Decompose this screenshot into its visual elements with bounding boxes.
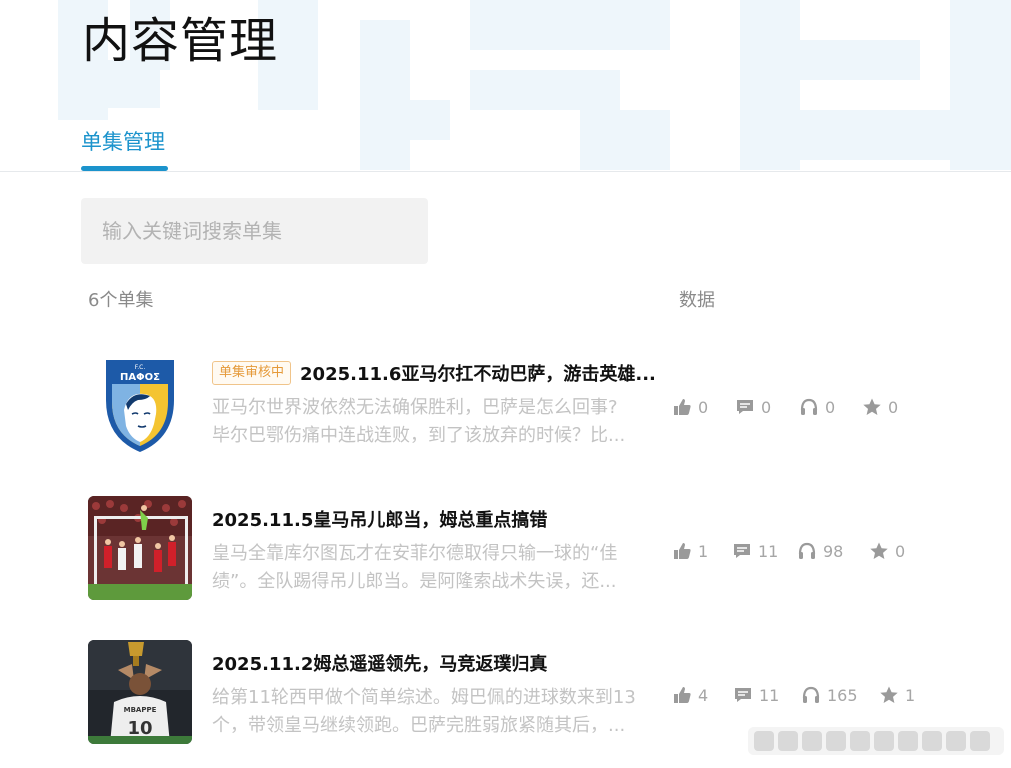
episode-description: 亚马尔世界波依然无法确保胜利，巴萨是怎么回事? 毕尔巴鄂伤痛中连战连败，到了该放… xyxy=(212,394,644,450)
pafos-club-crest-thumbnail[interactable]: F.C. ΠΑΦΟΣ xyxy=(88,354,192,458)
listen-stat: 98 xyxy=(797,540,843,562)
like-stat: 1 xyxy=(672,540,708,562)
svg-text:MBAPPE: MBAPPE xyxy=(124,706,157,714)
star-icon xyxy=(880,686,898,703)
episode-description: 皇马全靠库尔图瓦才在安菲尔德取得只输一球的“佳 绩”。全队踢得吊儿郎当。是阿隆索… xyxy=(212,540,644,596)
headphones-icon xyxy=(800,398,818,415)
episode-row[interactable]: F.C. ΠΑΦΟΣ 单集审核中 2025.11.6亚马尔扛不动巴萨，游击英雄.… xyxy=(0,350,1011,460)
page-title: 内容管理 xyxy=(82,13,279,69)
like-stat: 4 xyxy=(672,684,708,706)
comment-icon xyxy=(737,400,753,414)
tab-episode-management[interactable]: 单集管理 xyxy=(81,128,165,156)
listen-stat: 0 xyxy=(799,396,835,418)
headphones-icon xyxy=(798,542,816,559)
comment-icon xyxy=(735,688,751,702)
episode-title[interactable]: 2025.11.5皇马吊儿郎当，姆总重点搞错 xyxy=(212,506,547,532)
star-count: 0 xyxy=(888,397,899,417)
comment-count: 11 xyxy=(758,541,779,561)
data-column-header: 数据 xyxy=(679,290,715,311)
like-stat: 0 xyxy=(672,396,708,418)
star-icon xyxy=(863,398,881,415)
star-stat: 0 xyxy=(869,540,905,562)
like-count: 1 xyxy=(698,541,709,561)
description-line: 皇马全靠库尔图瓦才在安菲尔德取得只输一球的“佳 xyxy=(212,543,618,564)
episode-title[interactable]: 2025.11.2姆总遥遥领先，马竞返璞归真 xyxy=(212,650,547,676)
listen-count: 0 xyxy=(825,397,836,417)
comment-stat: 0 xyxy=(735,396,771,418)
episode-count: 6个单集 xyxy=(88,290,154,311)
svg-text:ΠΑΦΟΣ: ΠΑΦΟΣ xyxy=(120,372,160,383)
mbappe-trophy-photo-icon: MBAPPE 10 xyxy=(88,640,192,744)
listen-count: 98 xyxy=(823,541,844,561)
avatar-strip xyxy=(748,727,1004,755)
comment-stat: 11 xyxy=(733,684,779,706)
star-count: 0 xyxy=(895,541,906,561)
comment-count: 11 xyxy=(759,685,780,705)
listen-stat: 165 xyxy=(801,684,858,706)
header-divider xyxy=(0,171,1011,172)
football-match-thumbnail[interactable] xyxy=(88,496,192,600)
episode-description: 给第11轮西甲做个简单综述。姆巴佩的进球数来到13 个，带领皇马继续领跑。巴萨完… xyxy=(212,684,644,740)
star-count: 1 xyxy=(905,685,916,705)
thumbs-up-icon xyxy=(674,543,691,559)
pafos-crest-icon: F.C. ΠΑΦΟΣ xyxy=(88,354,192,458)
svg-text:10: 10 xyxy=(127,718,152,739)
comment-stat: 11 xyxy=(732,540,778,562)
review-status-badge: 单集审核中 xyxy=(212,361,292,385)
thumbs-up-icon xyxy=(674,399,691,415)
comment-icon xyxy=(734,544,750,558)
episode-row[interactable]: 2025.11.5皇马吊儿郎当，姆总重点搞错 皇马全靠库尔图瓦才在安菲尔德取得只… xyxy=(0,496,1011,606)
mbappe-trophy-thumbnail[interactable]: MBAPPE 10 xyxy=(88,640,192,744)
star-icon xyxy=(870,542,888,559)
svg-text:F.C.: F.C. xyxy=(135,364,146,371)
search-input[interactable] xyxy=(81,198,428,264)
listen-count: 165 xyxy=(827,685,858,705)
description-line: 毕尔巴鄂伤痛中连战连败，到了该放弃的时候？比... xyxy=(212,425,626,446)
description-line: 绩”。全队踢得吊儿郎当。是阿隆索战术失误，还... xyxy=(212,571,617,592)
like-count: 4 xyxy=(698,685,709,705)
star-stat: 1 xyxy=(879,684,915,706)
description-line: 个，带领皇马继续领跑。巴萨完胜弱旅紧随其后，... xyxy=(212,715,626,736)
star-stat: 0 xyxy=(862,396,898,418)
thumbs-up-icon xyxy=(674,687,691,703)
description-line: 亚马尔世界波依然无法确保胜利，巴萨是怎么回事? xyxy=(212,397,618,418)
football-match-photo-icon xyxy=(88,496,192,600)
description-line: 给第11轮西甲做个简单综述。姆巴佩的进球数来到13 xyxy=(212,687,636,708)
episode-title[interactable]: 2025.11.6亚马尔扛不动巴萨，游击英雄... xyxy=(300,360,656,386)
like-count: 0 xyxy=(698,397,709,417)
headphones-icon xyxy=(802,686,820,703)
comment-count: 0 xyxy=(761,397,772,417)
